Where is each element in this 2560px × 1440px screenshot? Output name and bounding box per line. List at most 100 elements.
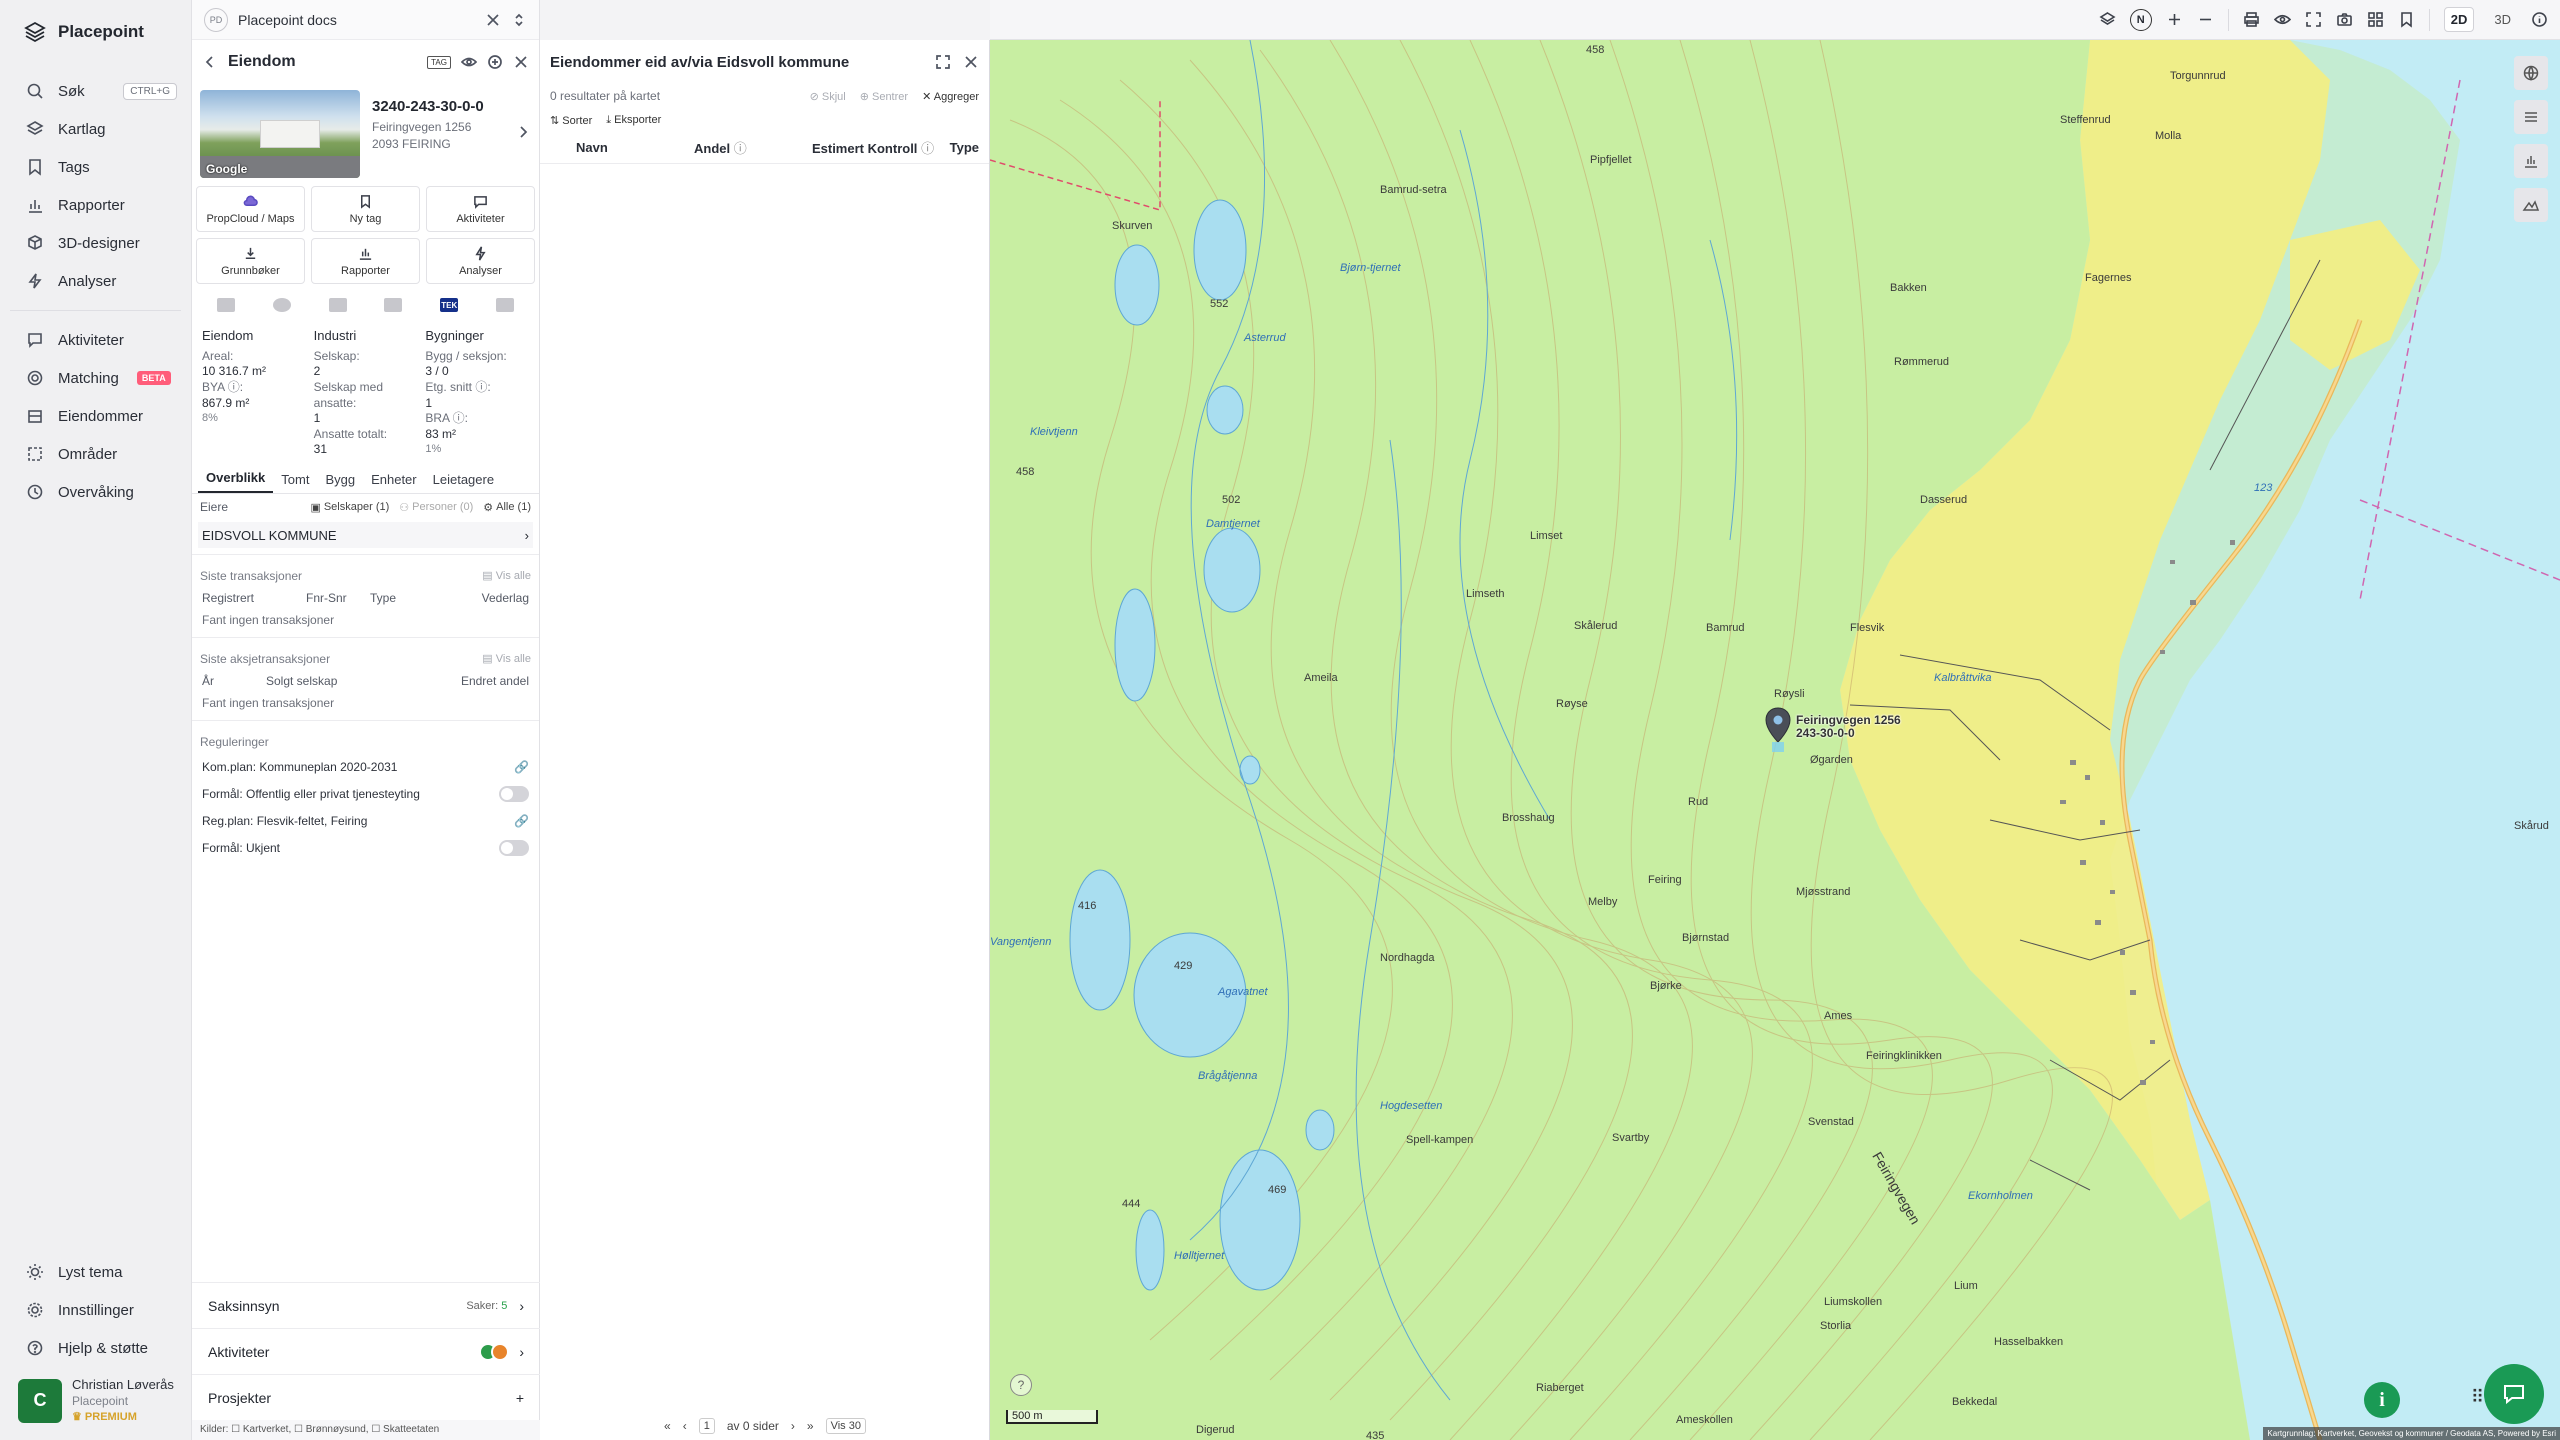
grid-dots-icon[interactable]: ⠿ [2471, 1387, 2484, 1408]
propcloud-button[interactable]: PropCloud / Maps [196, 186, 305, 232]
filter-persons[interactable]: ⚇ Personer (0) [399, 501, 473, 514]
eye-icon[interactable] [2273, 11, 2291, 28]
nav-item-overvaking[interactable]: Overvåking [0, 473, 191, 511]
saksinnsyn-section[interactable]: Saksinnsyn Saker: 5 › [192, 1282, 540, 1328]
sort-button[interactable]: ⇅ Sorter [550, 114, 592, 127]
view-all-link[interactable]: ▤ Vis alle [482, 569, 531, 583]
center-button[interactable]: ⊕ Sentrer [860, 90, 908, 103]
nav-item-sok[interactable]: Søk CTRL+G [0, 72, 191, 110]
nav-item-tags[interactable]: Tags [0, 148, 191, 186]
nav-item-aktiviteter[interactable]: Aktiviteter [0, 321, 191, 359]
location-pin-icon[interactable] [1764, 706, 1792, 754]
column-header[interactable]: Andel ⓘ [694, 138, 812, 157]
regulation-row[interactable]: Reg.plan: Flesvik-feltet, Feiring 🔗 [192, 807, 539, 834]
aggregate-button[interactable]: ✕ Aggreger [922, 90, 979, 103]
eye-icon[interactable] [461, 54, 477, 70]
globe-settings-button[interactable] [2514, 56, 2548, 90]
source-signal-icon[interactable] [384, 298, 403, 312]
zoom-in-icon[interactable] [2166, 11, 2183, 28]
zoom-out-icon[interactable] [2197, 11, 2214, 28]
bookmark-icon[interactable] [2398, 11, 2415, 28]
chevron-right-icon[interactable] [515, 124, 531, 140]
column-header[interactable]: Navn [576, 140, 694, 155]
chevron-updown-icon[interactable] [511, 12, 527, 28]
add-circle-icon[interactable] [487, 54, 503, 70]
tag-icon[interactable]: TAG [427, 55, 451, 69]
source-tek-icon[interactable]: TEK [440, 298, 459, 312]
new-tag-button[interactable]: Ny tag [311, 186, 420, 232]
map-help-icon[interactable]: ? [1010, 1374, 1032, 1396]
filter-companies[interactable]: ▣ Selskaper (1) [310, 501, 389, 514]
close-panel-icon[interactable] [513, 54, 529, 70]
source-home-icon[interactable] [496, 298, 515, 312]
nav-item-analyser[interactable]: Analyser [0, 262, 191, 300]
last-page-icon[interactable]: » [807, 1419, 814, 1433]
reports-button[interactable]: Rapporter [311, 238, 420, 284]
page-input[interactable]: 1 [698, 1418, 715, 1434]
nav-item-eiendommer[interactable]: Eiendommer [0, 397, 191, 435]
camera-icon[interactable] [2336, 11, 2353, 28]
mode-3d-button[interactable]: 3D [2488, 8, 2517, 31]
prev-page-icon[interactable]: ‹ [683, 1419, 687, 1433]
export-button[interactable]: ⤓ Eksporter [606, 114, 661, 127]
activities-button[interactable]: Aktiviteter [426, 186, 535, 232]
page-size-select[interactable]: Vis 30 [825, 1418, 866, 1434]
layers-control-button[interactable] [2514, 100, 2548, 134]
owner-row[interactable]: EIDSVOLL KOMMUNE › [198, 522, 533, 549]
brand[interactable]: Placepoint [0, 0, 191, 64]
land-register-button[interactable]: Grunnbøker [196, 238, 305, 284]
close-icon[interactable] [485, 12, 501, 28]
plus-icon[interactable]: + [516, 1390, 524, 1406]
tab-enheter[interactable]: Enheter [363, 472, 425, 493]
tab-overblikk[interactable]: Overblikk [198, 470, 274, 494]
tab-tomt[interactable]: Tomt [273, 472, 317, 493]
tab-leietagere[interactable]: Leietagere [425, 472, 502, 493]
regulation-toggle[interactable] [499, 839, 529, 856]
back-arrow-icon[interactable] [202, 54, 218, 70]
source-globe-icon[interactable] [272, 298, 291, 312]
nav-item-matching[interactable]: Matching BETA [0, 359, 191, 397]
prosjekter-section[interactable]: Prosjekter + [192, 1374, 540, 1420]
nav-item-lyst-tema[interactable]: Lyst tema [0, 1253, 192, 1291]
view-all-link[interactable]: ▤ Vis alle [482, 652, 531, 666]
statistics-button[interactable] [2514, 144, 2548, 178]
docs-title[interactable]: Placepoint docs [238, 12, 475, 28]
nav-item-omrader[interactable]: Områder [0, 435, 191, 473]
regulation-row[interactable]: Kom.plan: Kommuneplan 2020-2031 🔗 [192, 753, 539, 780]
filter-all[interactable]: ⚙ Alle (1) [483, 501, 531, 514]
property-photo[interactable]: Google [200, 90, 360, 178]
layers-stack-icon[interactable] [2099, 11, 2116, 28]
column-header[interactable]: Estimert Kontroll ⓘ [812, 138, 950, 157]
map-canvas[interactable]: Torgunnrud Molla Steffenrud Pipfjellet B… [990, 40, 2560, 1440]
analyses-button[interactable]: Analyser [426, 238, 535, 284]
link-icon[interactable]: 🔗 [514, 814, 529, 828]
nav-item-innstillinger[interactable]: Innstillinger [0, 1291, 192, 1329]
source-plant-icon[interactable] [328, 298, 347, 312]
aktiviteter-section[interactable]: Aktiviteter › [192, 1328, 540, 1374]
first-page-icon[interactable]: « [664, 1419, 671, 1433]
expand-icon[interactable] [935, 54, 951, 70]
grid-icon[interactable] [2367, 11, 2384, 28]
hide-button[interactable]: ⊘ Skjul [810, 90, 846, 103]
link-icon[interactable]: 🔗 [514, 760, 529, 774]
profile-tool-button[interactable] [2514, 188, 2548, 222]
column-header[interactable]: Type [950, 140, 979, 155]
close-icon[interactable] [963, 54, 979, 70]
tab-bygg[interactable]: Bygg [317, 472, 363, 493]
info-button[interactable]: i [2364, 1382, 2400, 1418]
nav-item-hjelp[interactable]: Hjelp & støtte [0, 1329, 192, 1367]
nav-item-kartlag[interactable]: Kartlag [0, 110, 191, 148]
user-profile[interactable]: C Christian Løverås Placepoint ♛ PREMIUM [0, 1367, 192, 1440]
print-icon[interactable] [2243, 11, 2260, 28]
mode-2d-button[interactable]: 2D [2443, 7, 2475, 32]
next-page-icon[interactable]: › [791, 1419, 795, 1433]
property-summary[interactable]: Google 3240-243-30-0-0 Feiringvegen 1256… [192, 84, 539, 180]
compass-icon[interactable]: N [2129, 8, 2152, 31]
source-register-icon[interactable] [216, 298, 235, 312]
regulation-toggle[interactable] [499, 785, 529, 802]
fullscreen-icon[interactable] [2305, 11, 2322, 28]
nav-item-rapporter[interactable]: Rapporter [0, 186, 191, 224]
nav-item-3d-designer[interactable]: 3D-designer [0, 224, 191, 262]
chat-support-button[interactable] [2484, 1364, 2544, 1424]
info-circle-icon[interactable] [2531, 11, 2548, 28]
